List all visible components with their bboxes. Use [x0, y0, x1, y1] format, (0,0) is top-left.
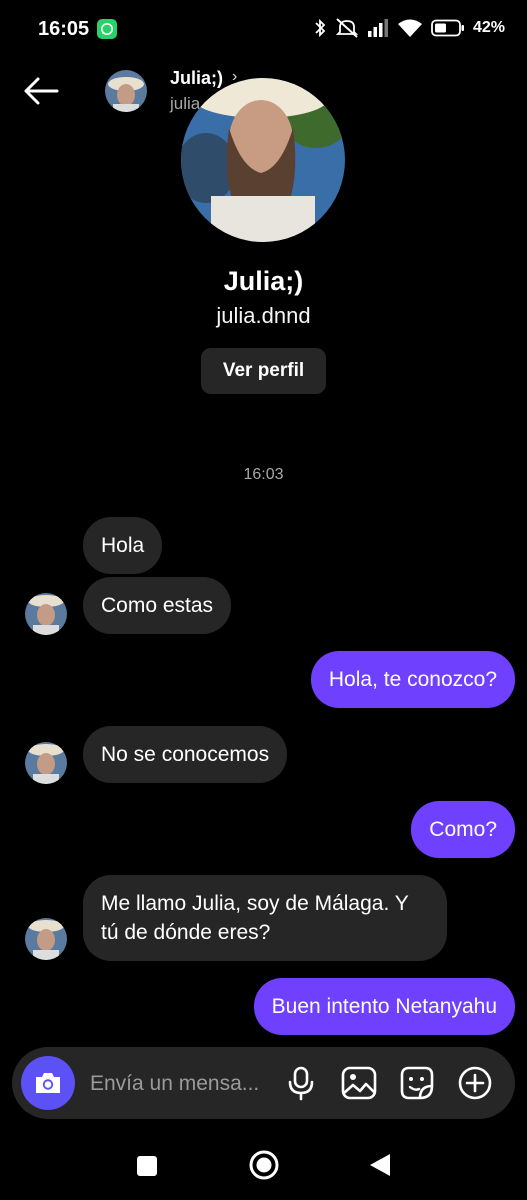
status-indicators: 42% — [313, 17, 505, 39]
signal-icon — [367, 19, 388, 37]
whatsapp-icon — [97, 19, 117, 39]
message-timestamp: 16:03 — [243, 466, 284, 483]
profile-name: Julia;) — [223, 266, 304, 296]
recent-apps-button[interactable] — [137, 1156, 157, 1176]
message-bubble-incoming[interactable]: Me llamo Julia, soy de Málaga. Y tú de d… — [83, 875, 447, 961]
profile-username: julia.dnnd — [216, 303, 311, 328]
status-bar: 16:05 42% — [0, 0, 527, 60]
mute-icon — [335, 18, 359, 38]
back-arrow-icon — [24, 77, 59, 105]
battery-percentage: 42% — [472, 19, 505, 36]
sender-avatar[interactable] — [25, 593, 67, 635]
message-bubble-outgoing[interactable]: Hola, te conozco? — [310, 651, 515, 708]
camera-icon — [36, 1073, 60, 1093]
back-button[interactable] — [22, 74, 60, 108]
profile-avatar[interactable] — [181, 78, 345, 242]
sender-avatar[interactable] — [25, 742, 67, 784]
message-bubble-outgoing[interactable]: Buen intento Netanyahu — [253, 978, 515, 1035]
message-bubble-outgoing[interactable]: Como? — [411, 801, 515, 858]
nav-back-button[interactable] — [368, 1152, 392, 1178]
camera-button[interactable] — [21, 1056, 75, 1110]
header-name[interactable]: Julia;) — [170, 68, 223, 89]
sender-avatar[interactable] — [25, 918, 67, 960]
bluetooth-icon — [315, 18, 326, 38]
status-time: 16:05 — [38, 18, 90, 40]
home-button[interactable] — [248, 1149, 280, 1181]
message-bubble-incoming[interactable]: No se conocemos — [83, 726, 288, 783]
header-avatar[interactable] — [105, 70, 147, 112]
add-icon[interactable] — [456, 1064, 494, 1102]
sticker-icon[interactable] — [398, 1064, 436, 1102]
message-bubble-incoming[interactable]: Hola — [83, 517, 163, 574]
battery-icon — [431, 19, 464, 37]
view-profile-button[interactable]: Ver perfil — [201, 348, 326, 394]
wifi-icon — [397, 19, 422, 37]
gallery-icon[interactable] — [340, 1064, 378, 1102]
microphone-icon[interactable] — [282, 1064, 320, 1102]
message-input[interactable] — [88, 1063, 282, 1105]
message-bubble-incoming[interactable]: Como estas — [83, 577, 232, 634]
